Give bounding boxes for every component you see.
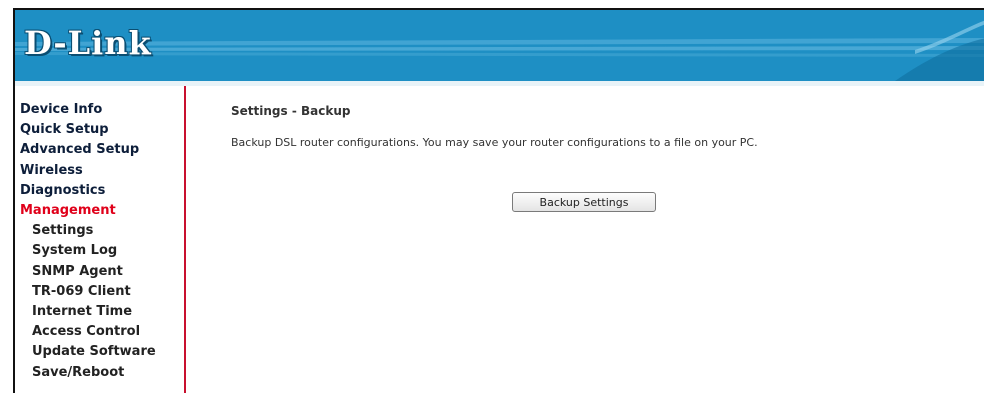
sidebar-item-wireless[interactable]: Wireless	[20, 161, 156, 181]
sidebar-item-access-control[interactable]: Access Control	[20, 322, 156, 342]
header-banner: D-Link	[15, 10, 984, 81]
backup-settings-button[interactable]: Backup Settings	[512, 192, 656, 212]
sidebar-item-management[interactable]: Management	[20, 201, 156, 221]
page-title: Settings - Backup	[231, 104, 351, 118]
sidebar-item-save-reboot[interactable]: Save/Reboot	[20, 363, 156, 383]
sidebar: Device Info Quick Setup Advanced Setup W…	[15, 86, 186, 393]
sidebar-item-system-log[interactable]: System Log	[20, 241, 156, 261]
sidebar-item-internet-time[interactable]: Internet Time	[20, 302, 156, 322]
sidebar-item-diagnostics[interactable]: Diagnostics	[20, 181, 156, 201]
sidebar-item-tr069-client[interactable]: TR-069 Client	[20, 282, 156, 302]
sidebar-item-advanced-setup[interactable]: Advanced Setup	[20, 140, 156, 160]
sidebar-item-update-software[interactable]: Update Software	[20, 342, 156, 362]
page-description: Backup DSL router configurations. You ma…	[231, 136, 758, 149]
sidebar-item-quick-setup[interactable]: Quick Setup	[20, 120, 156, 140]
sidebar-nav: Device Info Quick Setup Advanced Setup W…	[20, 100, 156, 383]
dlink-logo: D-Link	[24, 24, 152, 62]
sidebar-item-snmp-agent[interactable]: SNMP Agent	[20, 262, 156, 282]
sidebar-item-device-info[interactable]: Device Info	[20, 100, 156, 120]
banner-decoration	[15, 20, 984, 81]
sidebar-item-settings[interactable]: Settings	[20, 221, 156, 241]
router-admin-frame: D-Link Device Info Quick Setup Advanced …	[13, 8, 984, 393]
